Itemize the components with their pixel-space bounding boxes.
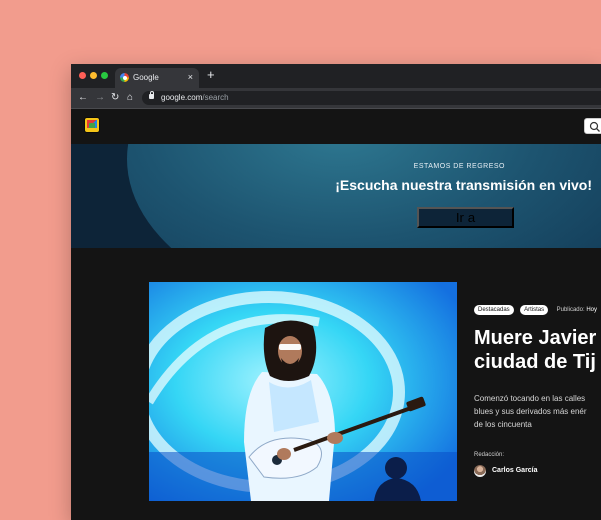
back-icon[interactable]: ←	[78, 92, 88, 104]
tab-title: Google	[133, 73, 159, 82]
new-tab-button[interactable]: +	[207, 68, 215, 82]
article-title-line: Muere Javier	[474, 327, 597, 349]
go-to-morefmonline-button[interactable]: Ir a morefmonline ⟶	[417, 207, 514, 228]
banner-kicker: ESTAMOS DE REGRESO	[413, 163, 505, 170]
site-header	[71, 109, 601, 144]
tab-close-icon[interactable]: ×	[188, 72, 193, 82]
author-name[interactable]: Carlos García	[492, 467, 538, 474]
url-domain: google.com	[161, 93, 203, 102]
reload-icon[interactable]: ↻	[111, 92, 119, 104]
excerpt-line: blues y sus derivados más enér	[474, 407, 587, 416]
excerpt-line: Comenzó tocando en las calles	[474, 394, 586, 403]
article-photo[interactable]	[149, 282, 457, 501]
maximize-window-button[interactable]	[101, 72, 108, 79]
close-window-button[interactable]	[79, 72, 86, 79]
address-bar[interactable]: google.com/search	[142, 91, 601, 105]
cta-label: Ir a morefmonline	[425, 210, 506, 226]
banner-headline: ¡Escucha nuestra transmisión en vivo!	[335, 177, 592, 193]
google-favicon-icon	[120, 73, 129, 82]
article-excerpt: Comenzó tocando en las calles blues y su…	[474, 392, 587, 431]
excerpt-line: de los cincuenta	[474, 420, 532, 429]
article-meta: Destacadas Artistas Publicado: Hoy	[474, 305, 597, 315]
byline-label: Redacción:	[474, 452, 505, 458]
site-logo[interactable]	[84, 117, 100, 133]
article-title[interactable]: Muere Javier ciudad de Tij	[474, 326, 601, 374]
tag-artistas[interactable]: Artistas	[520, 305, 549, 315]
article-title-line: ciudad de Tij	[474, 351, 596, 373]
tab-strip: Google × +	[71, 64, 601, 88]
home-icon[interactable]: ⌂	[127, 92, 133, 104]
url-path: /search	[202, 93, 229, 102]
url-text: google.com/search	[161, 93, 229, 102]
address-toolbar: ← → ↻ ⌂ google.com/search	[71, 88, 601, 109]
forward-icon[interactable]: →	[95, 92, 105, 104]
banner-background-shape	[127, 144, 601, 248]
browser-tab[interactable]: Google ×	[115, 68, 199, 88]
tag-destacadas[interactable]: Destacadas	[474, 305, 514, 315]
browser-window: Google × + ← → ↻ ⌂ google.com/search EST…	[71, 64, 601, 520]
lock-icon	[149, 91, 154, 99]
guitarist-photo	[149, 282, 457, 501]
minimize-window-button[interactable]	[90, 72, 97, 79]
search-button[interactable]	[584, 118, 601, 134]
published-date: Publicado: Hoy	[556, 307, 597, 313]
author-avatar[interactable]	[474, 465, 486, 477]
search-icon	[589, 121, 600, 132]
live-stream-banner: ESTAMOS DE REGRESO ¡Escucha nuestra tran…	[71, 144, 601, 248]
